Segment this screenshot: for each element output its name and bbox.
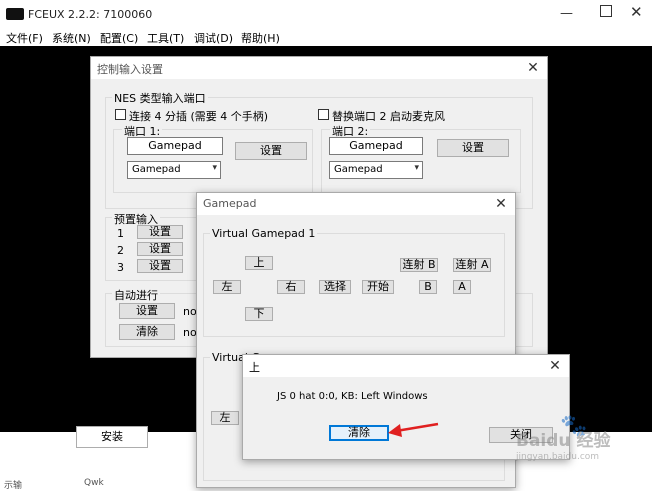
gamepad-b-button[interactable]: B: [419, 280, 437, 294]
gamepad-up-button[interactable]: 上: [245, 256, 273, 270]
port2-mic-checkbox[interactable]: [318, 109, 329, 120]
chevron-down-icon: ▾: [212, 163, 217, 173]
menu-config[interactable]: 配置(C): [100, 30, 138, 46]
preset-1-configure-button[interactable]: 设置: [137, 225, 183, 239]
main-titlebar: FCEUX 2.2.2: 7100060 — ✕: [0, 0, 652, 28]
button-capture-title: 上: [249, 361, 260, 374]
gamepad-turbo-b-button[interactable]: 连射 B: [400, 258, 438, 272]
minimize-icon[interactable]: —: [560, 6, 573, 21]
nes-port-group-label: NES 类型输入端口: [112, 90, 208, 106]
port1-device-display: Gamepad: [127, 137, 223, 155]
input-config-title: 控制输入设置: [97, 63, 163, 76]
fceux-app-icon: [6, 8, 24, 20]
preset-3-number: 3: [117, 261, 124, 274]
port1-configure-button[interactable]: 设置: [235, 142, 307, 160]
gamepad-title: Gamepad: [203, 197, 257, 210]
auto-clear-button[interactable]: 清除: [119, 324, 175, 340]
preset-2-configure-button[interactable]: 设置: [137, 242, 183, 256]
input-config-close-icon[interactable]: ✕: [523, 59, 543, 77]
input-config-titlebar: 控制输入设置 ✕: [91, 57, 547, 79]
four-score-label: 连接 4 分插 (需要 4 个手柄): [129, 110, 269, 123]
gamepad-turbo-a-button[interactable]: 连射 A: [453, 258, 491, 272]
port2-mic-label: 替换端口 2 启动麦克风: [332, 110, 445, 123]
binding-message: JS 0 hat 0:0, KB: Left Windows: [277, 391, 428, 402]
port1-device-select[interactable]: Gamepad ▾: [127, 161, 221, 179]
button-capture-titlebar: 上 ✕: [243, 355, 569, 377]
chevron-down-icon: ▾: [414, 163, 419, 173]
port2-configure-button[interactable]: 设置: [437, 139, 509, 157]
four-score-checkbox[interactable]: [115, 109, 126, 120]
auto-label: 自动进行: [112, 287, 160, 303]
gamepad-down-button[interactable]: 下: [245, 307, 273, 321]
menu-system[interactable]: 系统(N): [52, 30, 91, 46]
menu-bar: 文件(F) 系统(N) 配置(C) 工具(T) 调试(D) 帮助(H): [0, 28, 652, 46]
bottom-label-2: Qwk: [84, 478, 104, 488]
bottom-install-button[interactable]: 安装: [76, 426, 148, 448]
gamepad-titlebar: Gamepad ✕: [197, 193, 515, 215]
baidu-watermark: 🐾 Baidu 经验 jingyan.baidu.com: [516, 412, 648, 464]
menu-file[interactable]: 文件(F): [6, 30, 43, 46]
bottom-label-1: 示输: [4, 481, 23, 491]
menu-help[interactable]: 帮助(H): [241, 30, 280, 46]
auto-configure-button[interactable]: 设置: [119, 303, 175, 319]
port2-select-value: Gamepad: [334, 164, 383, 175]
binding-clear-button[interactable]: 清除: [329, 425, 389, 441]
port2-device-display: Gamepad: [329, 137, 423, 155]
maximize-icon[interactable]: [600, 5, 612, 17]
virtual-gamepad-1-label: Virtual Gamepad 1: [210, 227, 318, 240]
menu-tools[interactable]: 工具(T): [147, 30, 184, 46]
close-icon[interactable]: ✕: [630, 3, 643, 21]
gamepad-close-icon[interactable]: ✕: [491, 195, 511, 213]
preset-3-configure-button[interactable]: 设置: [137, 259, 183, 273]
gamepad-select-button[interactable]: 选择: [319, 280, 351, 294]
gamepad-left-button[interactable]: 左: [213, 280, 241, 294]
gamepad-right-button[interactable]: 右: [277, 280, 305, 294]
preset-1-number: 1: [117, 227, 124, 240]
port1-select-value: Gamepad: [132, 164, 181, 175]
port2-device-select[interactable]: Gamepad ▾: [329, 161, 423, 179]
watermark-url: jingyan.baidu.com: [516, 452, 600, 462]
button-capture-close-icon[interactable]: ✕: [545, 357, 565, 375]
menu-debug[interactable]: 调试(D): [194, 30, 233, 46]
main-window-title: FCEUX 2.2.2: 7100060: [28, 8, 153, 21]
gamepad-a-button[interactable]: A: [453, 280, 471, 294]
preset-2-number: 2: [117, 244, 124, 257]
annotation-arrow: [388, 422, 439, 437]
watermark-text: Baidu 经验: [516, 431, 611, 451]
gamepad2-left-button[interactable]: 左: [211, 411, 239, 425]
gamepad-start-button[interactable]: 开始: [362, 280, 394, 294]
